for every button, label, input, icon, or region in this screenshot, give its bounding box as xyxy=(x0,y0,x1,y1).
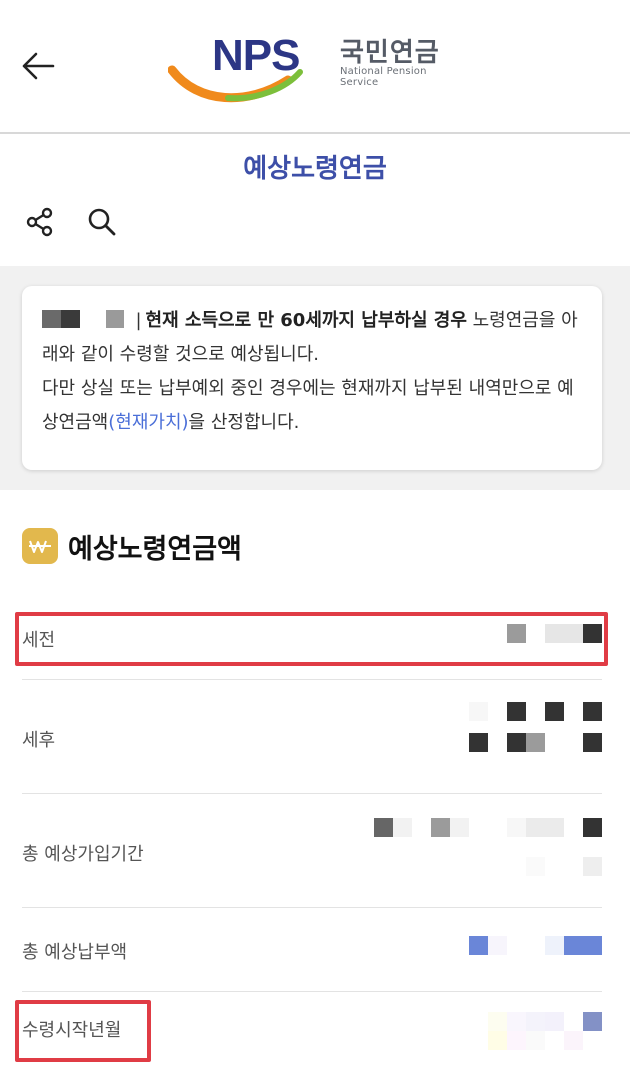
nps-logo-mark: NPS xyxy=(168,31,303,103)
masked-name xyxy=(42,310,80,328)
share-icon xyxy=(26,207,53,237)
app-header: NPS 국민연금 National Pension Service xyxy=(0,0,630,134)
notice-area: | 현재 소득으로 만 60세까지 납부하실 경우 노령연금을 아래와 같이 수령… xyxy=(0,266,630,490)
pension-row-aftertax: 세후 xyxy=(22,680,602,794)
masked-name-2 xyxy=(105,310,124,328)
back-button[interactable] xyxy=(18,46,58,86)
highlight-box-pretax xyxy=(15,612,608,666)
nps-logo[interactable]: NPS 국민연금 National Pension Service xyxy=(168,26,468,106)
share-button[interactable] xyxy=(22,204,58,240)
notice-bold-text: 현재 소득으로 만 60세까지 납부하실 경우 xyxy=(145,310,467,331)
pension-row-period: 총 예상가입기간 xyxy=(22,794,602,908)
search-button[interactable] xyxy=(84,204,120,240)
masked-value xyxy=(488,1012,602,1050)
search-icon xyxy=(88,208,116,236)
logo-english-text: National Pension Service xyxy=(340,66,427,88)
won-icon xyxy=(22,528,58,564)
masked-value xyxy=(469,702,602,752)
notice-text-3: 을 산정합니다. xyxy=(188,412,300,433)
current-value-link[interactable]: (현재가치) xyxy=(108,412,188,433)
masked-value xyxy=(374,818,602,876)
notice-card: | 현재 소득으로 만 60세까지 납부하실 경우 노령연금을 아래와 같이 수령… xyxy=(22,286,602,470)
masked-value xyxy=(469,936,602,955)
row-label: 총 예상납부액 xyxy=(22,942,128,963)
arrow-left-icon xyxy=(22,52,55,80)
section-title: 예상노령연금액 xyxy=(68,533,242,565)
pension-row-total-payment: 총 예상납부액 xyxy=(22,908,602,992)
notice-separator: | xyxy=(135,310,142,331)
page-title: 예상노령연금 xyxy=(243,154,387,184)
logo-letters: NPS xyxy=(212,31,299,80)
logo-korean-text: 국민연금 xyxy=(340,38,440,68)
row-label: 총 예상가입기간 xyxy=(22,844,144,865)
section-heading: 예상노령연금액 xyxy=(22,526,242,566)
highlight-box-start-date xyxy=(15,1000,151,1062)
row-label: 세후 xyxy=(22,730,56,751)
